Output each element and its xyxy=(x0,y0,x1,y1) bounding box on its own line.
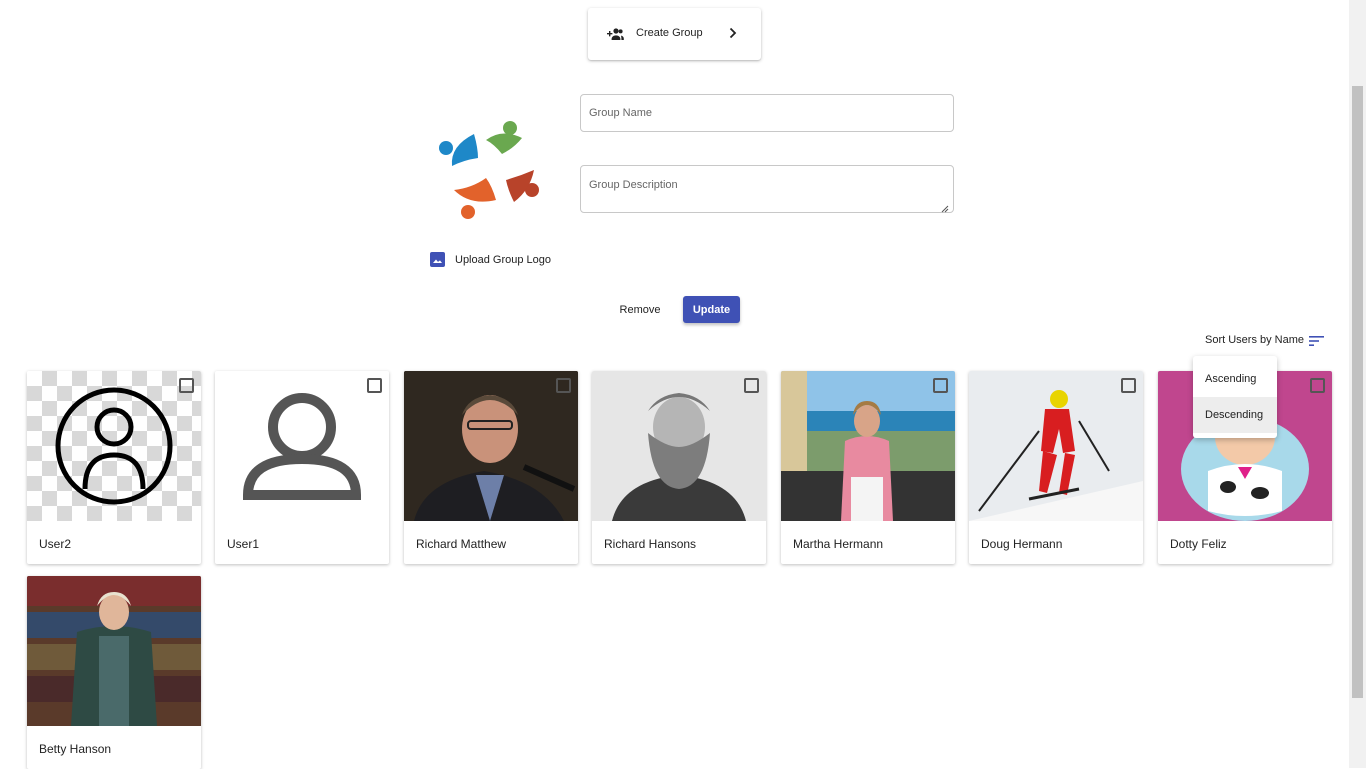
user-photo xyxy=(969,371,1143,521)
update-button[interactable]: Update xyxy=(683,296,740,323)
user-name: Richard Hansons xyxy=(604,537,697,551)
group-description-input[interactable] xyxy=(581,166,953,212)
scrollbar-thumb[interactable] xyxy=(1352,86,1363,698)
user-name: Martha Hermann xyxy=(793,537,884,551)
user-photo xyxy=(404,371,578,521)
user-card[interactable]: User2 xyxy=(27,371,201,564)
page-scrollbar[interactable] xyxy=(1349,0,1366,768)
sort-users-label: Sort Users by Name xyxy=(1205,334,1305,346)
group-description-field[interactable] xyxy=(580,165,954,213)
user-photo xyxy=(27,576,201,726)
user-select-checkbox[interactable] xyxy=(1121,378,1136,393)
upload-group-logo-label: Upload Group Logo xyxy=(455,253,552,266)
user-select-checkbox[interactable] xyxy=(744,378,759,393)
group-name-field[interactable] xyxy=(580,94,954,132)
user-card[interactable]: Richard Hansons xyxy=(592,371,766,564)
user-select-checkbox[interactable] xyxy=(933,378,948,393)
chevron-right-icon xyxy=(727,26,739,40)
create-group-label: Create Group xyxy=(636,27,703,39)
user-name: Richard Matthew xyxy=(416,537,507,551)
user-select-checkbox[interactable] xyxy=(179,378,194,393)
user-card[interactable]: Doug Hermann xyxy=(969,371,1143,564)
user-name: Dotty Feliz xyxy=(1170,537,1227,551)
user-name: User2 xyxy=(39,537,72,551)
user-avatar xyxy=(27,371,201,521)
sort-option-ascending[interactable]: Ascending xyxy=(1193,361,1277,397)
remove-button[interactable]: Remove xyxy=(611,298,669,322)
upload-group-logo-button[interactable]: Upload Group Logo xyxy=(430,252,551,267)
user-select-checkbox[interactable] xyxy=(556,378,571,393)
sort-menu: Ascending Descending xyxy=(1193,356,1277,438)
user-card[interactable]: Betty Hanson xyxy=(27,576,201,769)
user-name: User1 xyxy=(227,537,260,551)
user-select-checkbox[interactable] xyxy=(367,378,382,393)
user-card[interactable]: Richard Matthew xyxy=(404,371,578,564)
user-avatar xyxy=(215,371,389,521)
add-group-icon xyxy=(604,26,626,42)
sort-option-descending[interactable]: Descending xyxy=(1193,397,1277,433)
user-card[interactable]: Martha Hermann xyxy=(781,371,955,564)
create-group-button[interactable]: Create Group xyxy=(588,8,761,60)
user-photo xyxy=(781,371,955,521)
user-select-checkbox[interactable] xyxy=(1310,378,1325,393)
user-name: Doug Hermann xyxy=(981,537,1063,551)
user-photo xyxy=(592,371,766,521)
group-name-input[interactable] xyxy=(581,95,953,131)
sort-icon xyxy=(1309,334,1325,346)
user-name: Betty Hanson xyxy=(39,742,112,756)
resize-handle-icon[interactable] xyxy=(941,200,949,213)
group-logo xyxy=(436,118,544,222)
image-icon xyxy=(430,252,445,267)
user-card[interactable]: User1 xyxy=(215,371,389,564)
sort-users-button[interactable]: Sort Users by Name xyxy=(1205,334,1325,346)
